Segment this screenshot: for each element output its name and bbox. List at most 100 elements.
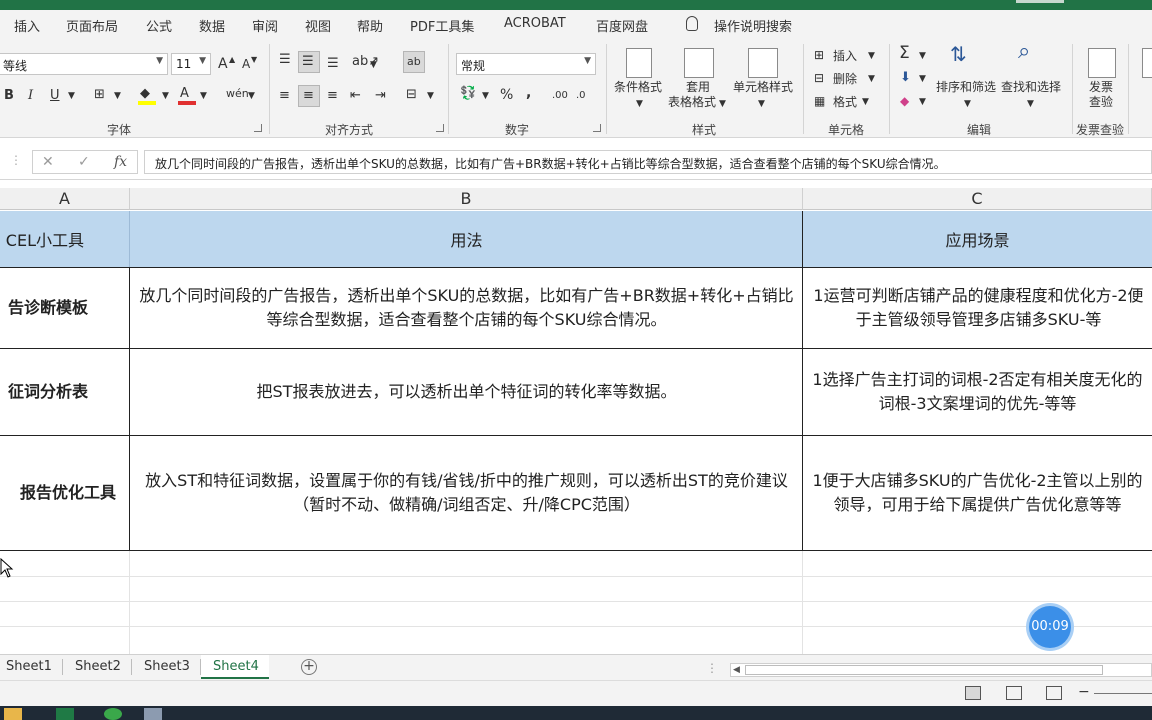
fill-down-icon[interactable]: ⬇ [900, 70, 911, 86]
chevron-down-icon[interactable]: ▼ [248, 88, 255, 104]
decrease-font-size-button[interactable]: A [242, 56, 250, 72]
format-cells-icon[interactable]: ▦ [814, 93, 825, 109]
chevron-down-icon[interactable]: ▼ [162, 88, 169, 104]
wrap-text-button[interactable]: ab [403, 51, 425, 73]
cell-styles-button[interactable]: 单元格样式 [733, 80, 793, 95]
tab-baidu-netdisk[interactable]: 百度网盘 [596, 16, 648, 35]
increase-indent-icon[interactable]: ⇥ [375, 88, 386, 104]
comma-style-button[interactable]: , [526, 85, 531, 101]
row3-cell-b[interactable]: 放入ST和特征词数据，设置属于你的有钱/省钱/折中的推广规则，可以透析出ST的竞… [130, 436, 803, 550]
row1-cell-a[interactable]: 告诊断模板 [0, 268, 130, 348]
align-middle-button[interactable]: ☰ [298, 51, 320, 73]
font-size-combo[interactable]: 11 ▼ [171, 53, 211, 75]
delete-cells-icon[interactable]: ⊟ [814, 70, 824, 86]
chevron-down-icon[interactable]: ▼ [862, 94, 869, 110]
increase-decimal-icon[interactable]: .00 [552, 88, 568, 104]
merge-center-icon[interactable]: ⊟ [406, 87, 417, 103]
tab-help[interactable]: 帮助 [357, 16, 383, 35]
row2-cell-c[interactable]: 1选择广告主打词的词根-2否定有相关度无化的词根-3文案埋词的优先-等等 [803, 349, 1152, 435]
app-taskbar-icon[interactable] [144, 708, 162, 720]
chevron-down-icon[interactable]: ▼ [370, 57, 377, 73]
row3-cell-a[interactable]: 报告优化工具 [0, 436, 130, 550]
excel-taskbar-icon[interactable] [56, 708, 74, 720]
underline-button[interactable]: U [50, 88, 60, 104]
column-header-c[interactable]: C [803, 188, 1152, 210]
page-break-preview-button[interactable] [1046, 686, 1062, 700]
format-as-table-label-1[interactable]: 套用 [686, 80, 710, 95]
page-layout-view-button[interactable] [1006, 686, 1022, 700]
chevron-down-icon[interactable]: ▼ [868, 48, 875, 64]
sheet-tab-3[interactable]: Sheet3 [138, 655, 196, 679]
chevron-down-icon[interactable]: ▼ [868, 71, 875, 87]
invoice-check-icon[interactable] [1088, 48, 1116, 78]
fill-color-icon[interactable]: ◆ [140, 86, 150, 102]
add-sheet-button[interactable]: + [301, 659, 317, 675]
alignment-dialog-launcher[interactable] [436, 124, 444, 132]
format-as-table-icon[interactable] [684, 48, 714, 78]
number-dialog-launcher[interactable] [593, 124, 601, 132]
align-center-button[interactable]: ≡ [298, 85, 320, 107]
chevron-down-icon[interactable]: ▼ [758, 96, 765, 112]
tab-acrobat[interactable]: ACROBAT [504, 16, 566, 31]
font-name-combo[interactable]: 等线 ▼ [0, 53, 168, 75]
autosum-icon[interactable]: Σ [899, 45, 910, 62]
horizontal-scroll-thumb[interactable] [745, 665, 1103, 675]
number-format-combo[interactable]: 常规 ▼ [456, 53, 596, 75]
align-right-icon[interactable]: ≡ [327, 88, 338, 104]
horizontal-scrollbar[interactable]: ◀ [730, 663, 1152, 677]
chat-app-icon[interactable] [104, 708, 122, 720]
format-cells-button[interactable]: 格式 [833, 93, 857, 110]
conditional-formatting-button[interactable]: 条件格式 [614, 80, 662, 95]
chevron-down-icon[interactable]: ▼ [114, 88, 121, 104]
tell-me-search[interactable]: 操作说明搜索 [714, 16, 792, 35]
font-dialog-launcher[interactable] [254, 124, 262, 132]
file-explorer-icon[interactable] [4, 708, 22, 720]
align-left-icon[interactable]: ≡ [279, 88, 290, 104]
chevron-down-icon[interactable]: ▼ [919, 48, 926, 64]
chevron-down-icon[interactable]: ▼ [482, 88, 489, 104]
chevron-down-icon[interactable]: ▼ [427, 88, 434, 104]
font-color-icon[interactable]: A [180, 86, 189, 102]
invoice-check-label-2[interactable]: 查验 [1089, 95, 1113, 110]
bold-button[interactable]: B [4, 88, 14, 104]
scroll-left-icon[interactable]: ◀ [733, 662, 740, 678]
chevron-down-icon[interactable]: ▼ [1027, 96, 1034, 112]
sort-filter-button[interactable]: 排序和筛选 [936, 80, 996, 95]
cancel-icon[interactable]: ✕ [42, 154, 54, 170]
row1-cell-b[interactable]: 放几个同时间段的广告报告，透析出单个SKU的总数据，比如有广告+BR数据+转化+… [130, 268, 803, 348]
invoice-check-label-1[interactable]: 发票 [1089, 80, 1113, 95]
tab-data[interactable]: 数据 [199, 16, 225, 35]
row2-cell-b[interactable]: 把ST报表放进去，可以透析出单个特征词的转化率等数据。 [130, 349, 803, 435]
cropped-ribbon-icon[interactable] [1142, 48, 1152, 78]
chevron-down-icon[interactable]: ▼ [719, 96, 726, 112]
row1-cell-c[interactable]: 1运营可判断店铺产品的健康程度和优化方-2便于主管级领导管理多店铺多SKU-等 [803, 268, 1152, 348]
enter-icon[interactable]: ✓ [78, 154, 90, 170]
clear-icon[interactable]: ◆ [900, 93, 909, 109]
accounting-format-icon[interactable]: 💱 [460, 86, 476, 102]
tab-insert[interactable]: 插入 [14, 16, 40, 35]
magnifier-icon[interactable]: ⌕ [1018, 41, 1030, 63]
sheet-tab-4-active[interactable]: Sheet4 [201, 655, 269, 679]
delete-cells-button[interactable]: 删除 [833, 70, 857, 87]
find-select-button[interactable]: 查找和选择 [1001, 80, 1061, 95]
decrease-indent-icon[interactable]: ⇤ [350, 88, 361, 104]
phonetic-guide-icon[interactable]: wén [226, 86, 249, 102]
tab-view[interactable]: 视图 [305, 16, 331, 35]
tab-split-handle-icon[interactable]: ⋮ [706, 660, 718, 676]
italic-button[interactable]: I [28, 88, 33, 104]
zoom-slider[interactable] [1094, 693, 1152, 694]
insert-function-button[interactable]: fx [114, 154, 127, 170]
tab-review[interactable]: 审阅 [252, 16, 278, 35]
row2-cell-a[interactable]: 征词分析表 [0, 349, 130, 435]
percent-style-button[interactable]: % [500, 87, 513, 103]
formula-input[interactable]: 放几个同时间段的广告报告，透析出单个SKU的总数据，比如有广告+BR数据+转化+… [144, 150, 1152, 174]
cell-styles-icon[interactable] [748, 48, 778, 78]
borders-icon[interactable]: ⊞ [94, 87, 105, 103]
header-cell-c[interactable]: 应用场景 [803, 211, 1152, 267]
chevron-down-icon[interactable]: ▼ [68, 88, 75, 104]
insert-cells-icon[interactable]: ⊞ [814, 47, 824, 63]
sheet-tab-2[interactable]: Sheet2 [69, 655, 127, 679]
chevron-down-icon[interactable]: ▼ [636, 96, 643, 112]
chevron-down-icon[interactable]: ▼ [200, 88, 207, 104]
sheet-tab-1[interactable]: Sheet1 [0, 655, 58, 679]
